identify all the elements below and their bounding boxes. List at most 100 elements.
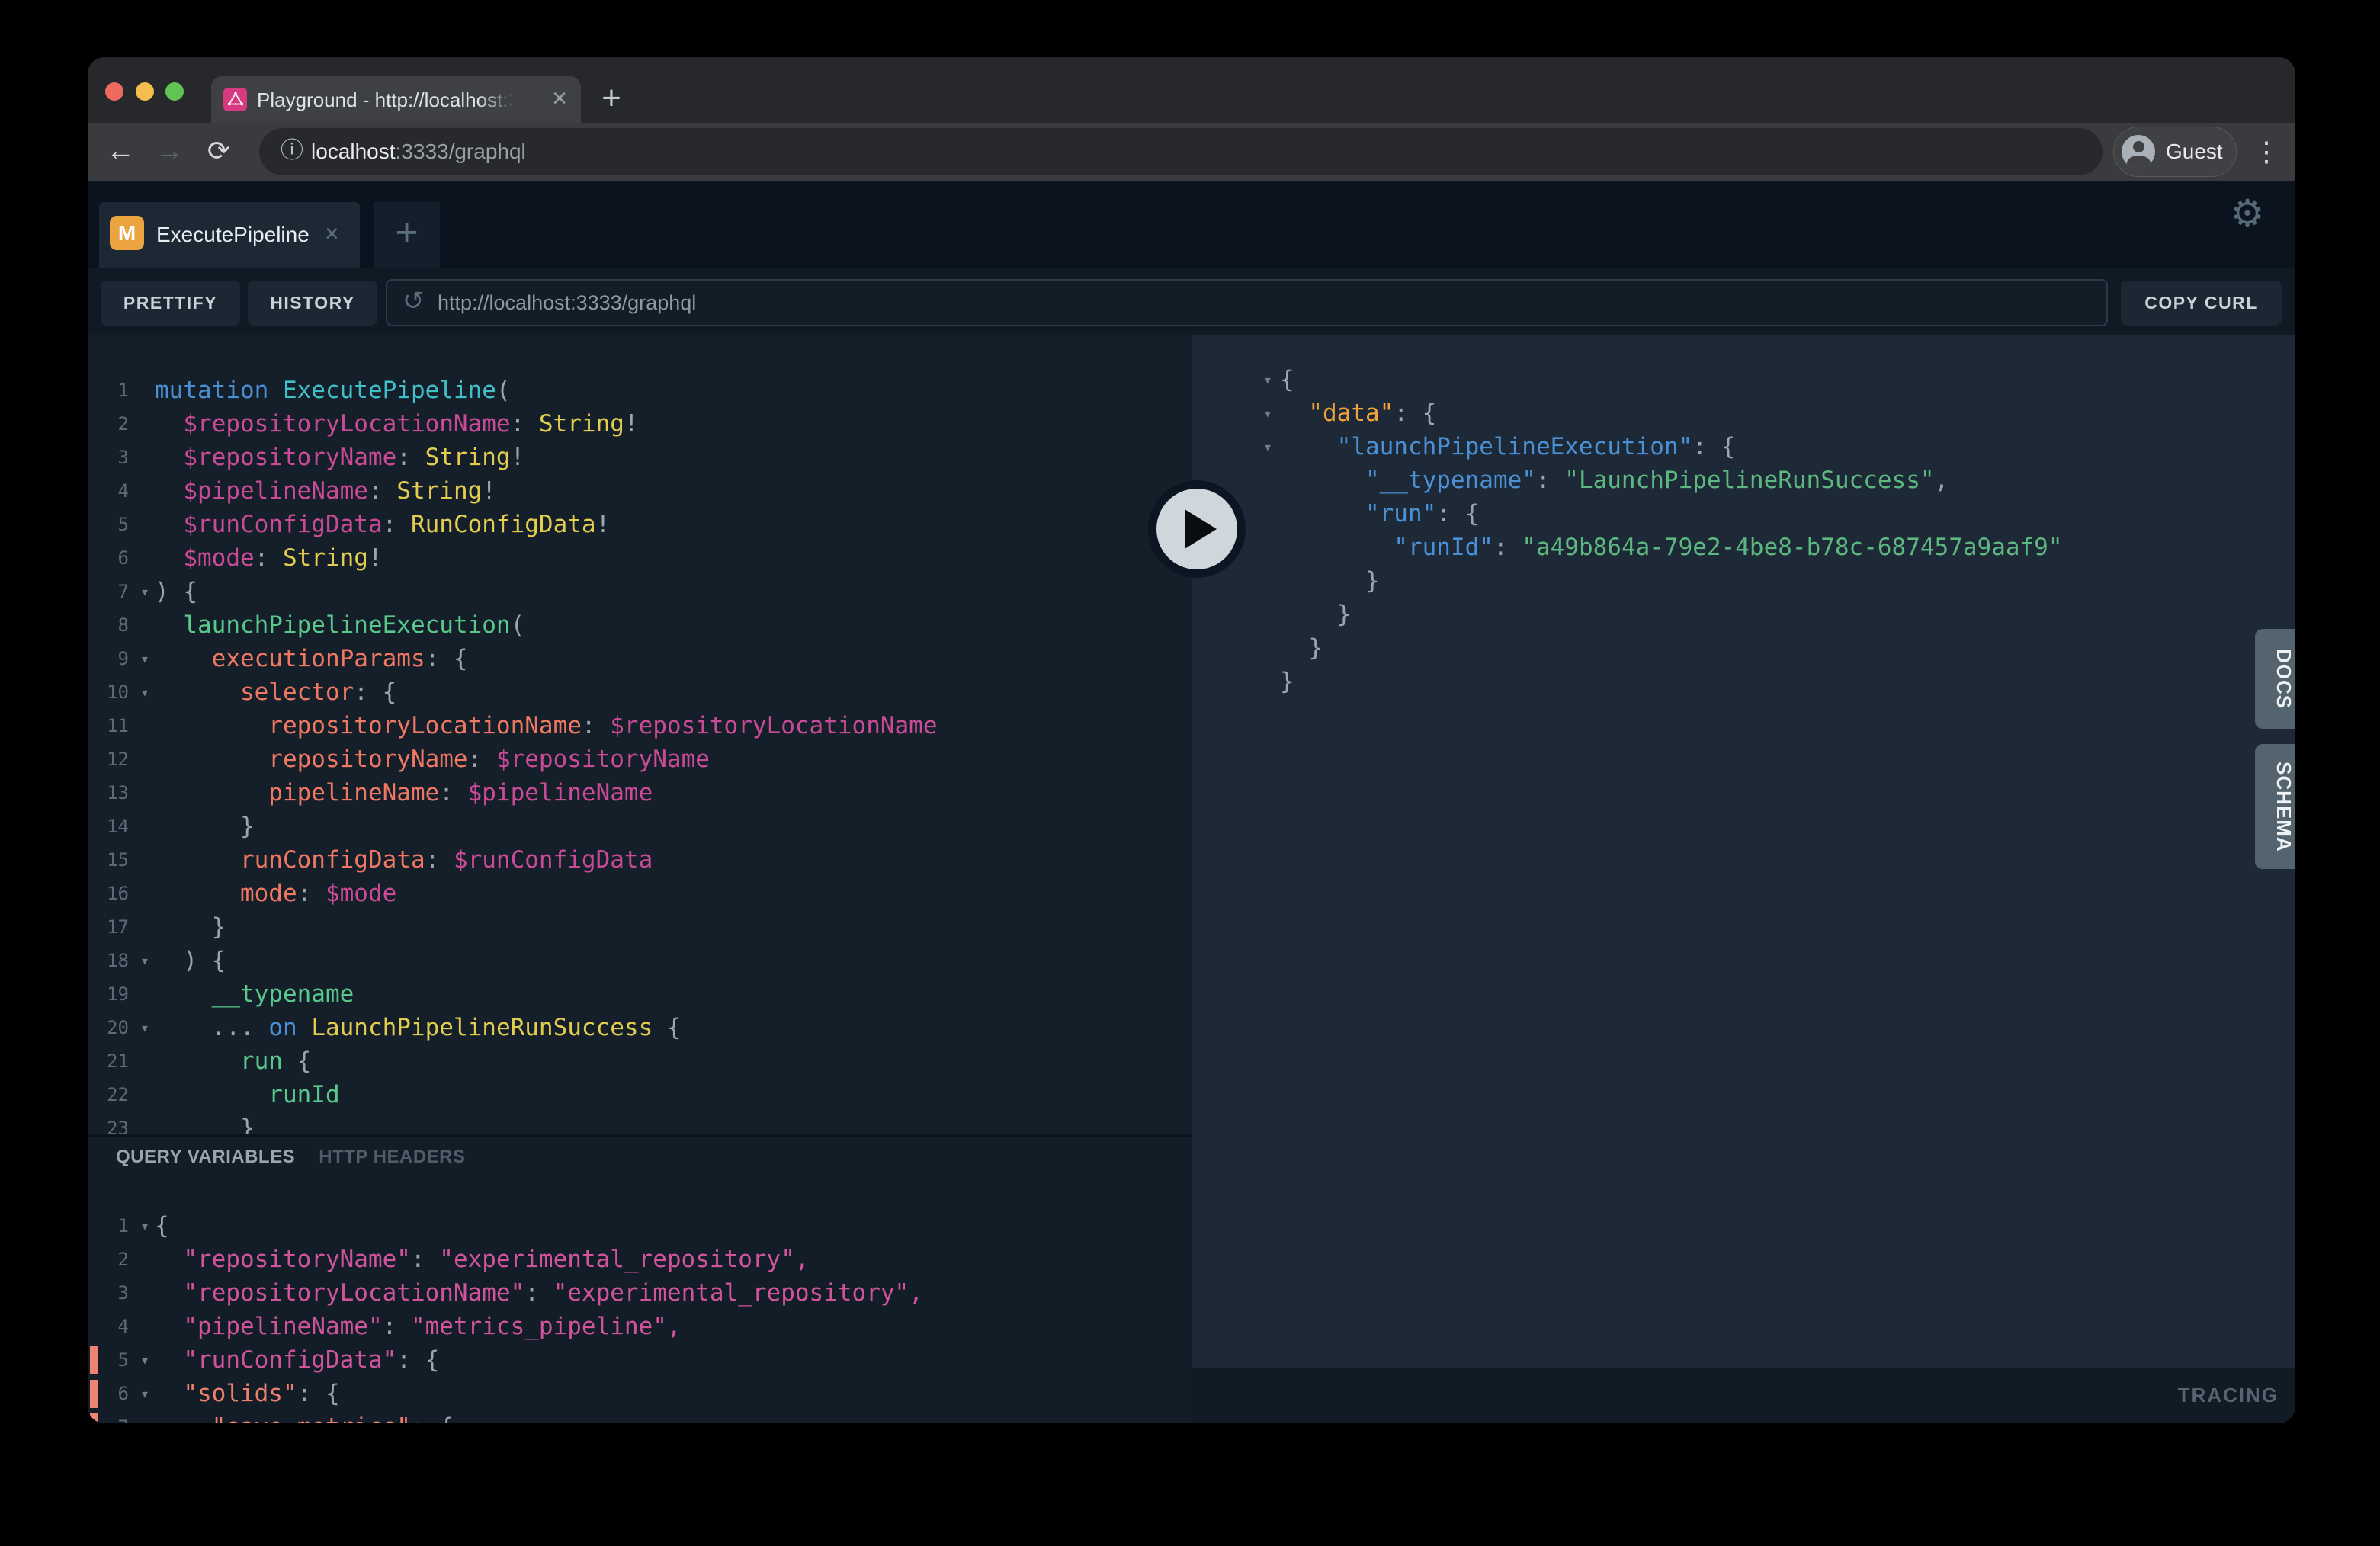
code-line: 8 launchPipelineExecution( (88, 608, 1192, 642)
fold-arrow-icon[interactable]: ▾ (135, 575, 155, 608)
error-marker (90, 1346, 98, 1374)
code-text: { (1280, 366, 1294, 393)
replay-icon[interactable]: ↺ (403, 281, 425, 325)
session-tab-close-icon[interactable]: × (325, 202, 339, 268)
query-variables-panel[interactable]: QUERY VARIABLES HTTP HEADERS 1▾{2 "repos… (88, 1137, 1192, 1423)
line-number: 12 (88, 743, 135, 776)
settings-gear-icon[interactable]: ⚙ (2226, 192, 2269, 235)
macos-close-button[interactable] (105, 82, 123, 101)
browser-titlebar: Playground - http://localhost:33 × + (88, 57, 2295, 123)
code-text: } (1280, 567, 1380, 595)
code-text: executionParams: { (155, 645, 468, 672)
fold-arrow-icon[interactable]: ▾ (1192, 396, 1280, 430)
code-line: 17 } (88, 910, 1192, 944)
code-line: 21 run { (88, 1044, 1192, 1078)
variables-editor-lines: 1▾{2 "repositoryName": "experimental_rep… (88, 1209, 1192, 1423)
prettify-button[interactable]: PRETTIFY (101, 281, 240, 326)
fold-arrow-icon[interactable]: ▾ (1192, 430, 1280, 463)
fold-arrow-icon[interactable]: ▾ (135, 1011, 155, 1044)
code-text: $repositoryName: String! (155, 444, 524, 471)
error-marker (90, 1380, 98, 1408)
browser-menu-icon[interactable]: ⋮ (2251, 123, 2282, 181)
execute-query-button[interactable] (1148, 480, 1246, 578)
copy-curl-button[interactable]: COPY CURL (2121, 281, 2282, 326)
line-number: 15 (88, 843, 135, 877)
site-info-icon[interactable]: ⓘ (281, 128, 303, 175)
code-line: 5 $runConfigData: RunConfigData! (88, 508, 1192, 541)
line-number: 16 (88, 877, 135, 910)
code-line: 7▾ "save_metrics": { (88, 1410, 1192, 1423)
endpoint-url-field[interactable]: ↺ http://localhost:3333/graphql (386, 279, 2108, 326)
line-number: 22 (88, 1078, 135, 1111)
line-number: 4 (88, 474, 135, 508)
fold-arrow-icon[interactable]: ▾ (135, 1377, 155, 1410)
code-line: ▾{ (1192, 363, 2295, 396)
forward-icon[interactable]: → (150, 123, 188, 181)
address-bar[interactable]: ⓘ localhost:3333/graphql (259, 128, 2103, 175)
fold-arrow-icon[interactable]: ▾ (135, 1209, 155, 1243)
code-text: } (155, 813, 255, 840)
profile-button[interactable]: Guest (2113, 127, 2237, 177)
reload-icon[interactable]: ⟳ (200, 123, 238, 181)
code-line: 19 __typename (88, 977, 1192, 1011)
code-line: } (1192, 631, 2295, 665)
code-text: ) { (155, 947, 226, 974)
docs-side-tab[interactable]: DOCS (2255, 629, 2295, 729)
macos-fullscreen-button[interactable] (165, 82, 184, 101)
line-number: 7 (88, 575, 135, 608)
graphql-playground: M ExecutePipeline × + ⚙ PRETTIFY HISTORY… (88, 181, 2295, 1423)
line-number: 17 (88, 910, 135, 944)
profile-name: Guest (2166, 140, 2223, 164)
code-line: 16 mode: $mode (88, 877, 1192, 910)
fold-arrow-icon[interactable]: ▾ (135, 675, 155, 709)
tab-query-variables[interactable]: QUERY VARIABLES (116, 1147, 295, 1167)
code-text: "data": { (1280, 399, 1436, 427)
code-text: "solids": { (155, 1380, 340, 1407)
code-line: "__typename": "LaunchPipelineRunSuccess"… (1192, 463, 2295, 497)
code-line: 1▾{ (88, 1209, 1192, 1243)
line-number: 6 (88, 541, 135, 575)
browser-toolbar: ← → ⟳ ⓘ localhost:3333/graphql Guest ⋮ (88, 123, 2295, 181)
history-button[interactable]: HISTORY (248, 281, 377, 326)
line-number: 2 (88, 407, 135, 441)
browser-tab[interactable]: Playground - http://localhost:33 × (211, 76, 581, 123)
code-line: 18▾ ) { (88, 944, 1192, 977)
browser-window: Playground - http://localhost:33 × + ← →… (88, 57, 2295, 1423)
mutation-badge: M (110, 216, 144, 250)
line-number: 11 (88, 709, 135, 743)
code-line: 14 } (88, 810, 1192, 843)
line-number: 1 (88, 1209, 135, 1243)
session-tab-executepipeline[interactable]: M ExecutePipeline × (99, 202, 360, 268)
tracing-label[interactable]: TRACING (2178, 1368, 2279, 1423)
play-icon (1185, 509, 1217, 549)
tab-http-headers[interactable]: HTTP HEADERS (319, 1147, 465, 1167)
tab-close-icon[interactable]: × (552, 76, 567, 123)
line-number: 8 (88, 608, 135, 642)
code-line: 2 $repositoryLocationName: String! (88, 407, 1192, 441)
code-line: 2 "repositoryName": "experimental_reposi… (88, 1243, 1192, 1276)
new-tab-button[interactable]: + (588, 76, 635, 123)
fold-arrow-icon[interactable]: ▾ (135, 1343, 155, 1377)
code-line: 12 repositoryName: $repositoryName (88, 743, 1192, 776)
schema-side-tab[interactable]: SCHEMA (2255, 744, 2295, 869)
code-line: 7▾) { (88, 575, 1192, 608)
code-text: "runId": "a49b864a-79e2-4be8-b78c-687457… (1280, 534, 2063, 561)
url-text: localhost:3333/graphql (311, 128, 526, 175)
fold-arrow-icon[interactable]: ▾ (135, 1410, 155, 1423)
graphql-favicon-icon (223, 88, 247, 111)
code-text: runConfigData: $runConfigData (155, 846, 653, 874)
line-number: 10 (88, 675, 135, 709)
fold-arrow-icon[interactable]: ▾ (135, 642, 155, 675)
code-line: "runId": "a49b864a-79e2-4be8-b78c-687457… (1192, 531, 2295, 564)
code-text: "launchPipelineExecution": { (1280, 433, 1735, 460)
fold-arrow-icon[interactable]: ▾ (1192, 363, 1280, 396)
back-icon[interactable]: ← (101, 123, 140, 181)
code-line: 10▾ selector: { (88, 675, 1192, 709)
query-editor[interactable]: 1mutation ExecutePipeline(2 $repositoryL… (88, 335, 1192, 1134)
macos-minimize-button[interactable] (136, 82, 154, 101)
fold-arrow-icon[interactable]: ▾ (135, 944, 155, 977)
line-number: 21 (88, 1044, 135, 1078)
new-session-tab-button[interactable]: + (374, 202, 440, 268)
url-path: :3333/graphql (396, 140, 526, 163)
code-text: selector: { (155, 678, 396, 706)
